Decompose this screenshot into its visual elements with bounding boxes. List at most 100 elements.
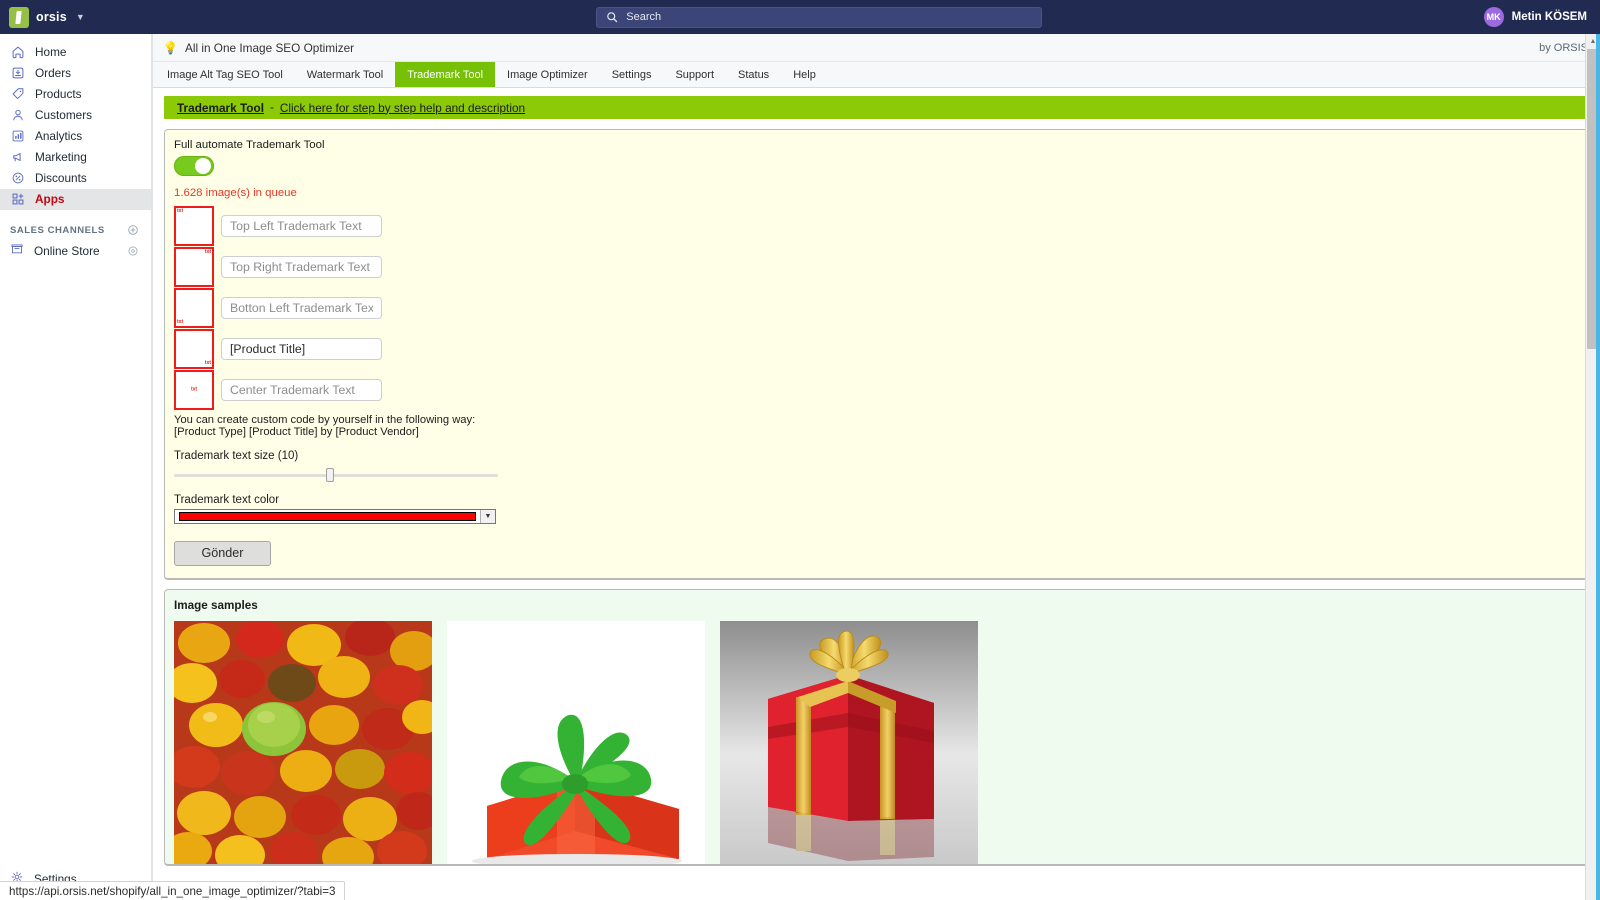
app-header: 💡 All in One Image SEO Optimizer by ORSI… xyxy=(153,34,1600,62)
app-tabs: Image Alt Tag SEO Tool Watermark Tool Tr… xyxy=(153,62,1600,88)
position-marker: txt xyxy=(190,386,198,393)
user-name: Metin KÖSEM xyxy=(1511,11,1587,23)
image-samples-title: Image samples xyxy=(174,598,258,612)
banner-help-link[interactable]: Click here for step by step help and des… xyxy=(280,101,525,115)
right-edge-accent xyxy=(1596,34,1600,900)
tab-help[interactable]: Help xyxy=(781,62,828,87)
tab-image-optimizer[interactable]: Image Optimizer xyxy=(495,62,600,87)
queue-status-text: 1.628 image(s) in queue xyxy=(174,187,297,199)
caret-down-icon[interactable]: ▼ xyxy=(480,509,495,523)
orders-icon xyxy=(10,66,25,81)
position-preview-bottom-left: txt xyxy=(174,288,214,328)
top-left-trademark-input[interactable] xyxy=(221,215,382,237)
image-samples-panel: Image samples xyxy=(164,588,1589,866)
center-trademark-input[interactable] xyxy=(221,379,382,401)
position-marker: txt xyxy=(177,208,184,214)
store-switcher[interactable]: orsis ▼ xyxy=(0,6,155,28)
user-menu[interactable]: MK Metin KÖSEM xyxy=(1483,7,1600,27)
image-samples-strip xyxy=(174,620,1587,864)
text-color-label: Trademark text color xyxy=(174,493,280,506)
sidebar-item-label: Home xyxy=(35,45,67,60)
banner-dash: - xyxy=(269,101,274,114)
sample-image-gift-green-bow xyxy=(447,620,705,864)
page-title: 💡 All in One Image SEO Optimizer xyxy=(163,41,354,55)
sidebar-item-customers[interactable]: Customers xyxy=(0,105,151,126)
status-bar: https://api.orsis.net/shopify/all_in_one… xyxy=(0,881,346,900)
full-automate-label: Full automate Trademark Tool xyxy=(174,139,325,151)
store-name: orsis xyxy=(36,10,67,24)
top-bar: orsis ▼ Search MK Metin KÖSEM xyxy=(0,0,1600,34)
position-preview-center: txt xyxy=(174,370,214,410)
app-content: Trademark Tool - Click here for step by … xyxy=(153,88,1600,866)
bottom-left-trademark-input[interactable] xyxy=(221,297,382,319)
sidebar-item-marketing[interactable]: Marketing xyxy=(0,147,151,168)
sidebar-item-label: Online Store xyxy=(34,243,100,258)
sidebar-item-products[interactable]: Products xyxy=(0,84,151,105)
megaphone-icon xyxy=(10,150,25,165)
avatar: MK xyxy=(1483,7,1504,27)
sidebar-item-analytics[interactable]: Analytics xyxy=(0,126,151,147)
tag-icon xyxy=(10,87,25,102)
sidebar: Home Orders Products Customers Analytics xyxy=(0,34,152,900)
sidebar-item-discounts[interactable]: Discounts xyxy=(0,168,151,189)
search-placeholder: Search xyxy=(626,11,662,23)
sidebar-item-apps[interactable]: Apps xyxy=(0,189,151,210)
custom-code-help-line2: [Product Type] [Product Title] by [Produ… xyxy=(174,426,419,439)
search-input[interactable]: Search xyxy=(596,6,1043,28)
tab-status[interactable]: Status xyxy=(726,62,781,87)
trademark-row-bottom-right: txt xyxy=(174,329,1587,369)
custom-code-help: You can create custom code by yourself i… xyxy=(174,414,1587,439)
tab-image-alt-tag-seo-tool[interactable]: Image Alt Tag SEO Tool xyxy=(155,62,295,87)
sample-image-gift-gold-ribbon xyxy=(720,620,978,864)
sales-channels-header: SALES CHANNELS xyxy=(0,210,151,240)
sidebar-item-home[interactable]: Home xyxy=(0,42,151,63)
sample-image-tomatoes xyxy=(174,620,432,864)
position-preview-top-right: txt xyxy=(174,247,214,287)
bottom-right-trademark-input[interactable] xyxy=(221,338,382,360)
status-bar-url: https://api.orsis.net/shopify/all_in_one… xyxy=(9,884,336,898)
shopify-logo-icon xyxy=(9,6,29,28)
sidebar-item-orders[interactable]: Orders xyxy=(0,63,151,84)
home-icon xyxy=(10,45,25,60)
lightbulb-icon: 💡 xyxy=(163,40,178,55)
discount-icon xyxy=(10,171,25,186)
chevron-down-icon[interactable]: ▼ xyxy=(76,12,85,22)
position-marker: txt xyxy=(204,360,211,366)
search-icon xyxy=(607,12,618,23)
position-marker: txt xyxy=(204,249,211,255)
sidebar-item-online-store[interactable]: Online Store xyxy=(0,240,151,261)
tab-trademark-tool[interactable]: Trademark Tool xyxy=(395,62,496,87)
tab-support[interactable]: Support xyxy=(663,62,726,87)
tab-watermark-tool[interactable]: Watermark Tool xyxy=(295,62,395,87)
app-title-text: All in One Image SEO Optimizer xyxy=(184,40,355,55)
sidebar-item-label: Products xyxy=(35,87,82,102)
position-preview-top-left: txt xyxy=(174,206,214,246)
tab-settings[interactable]: Settings xyxy=(600,62,664,87)
sidebar-item-label: Customers xyxy=(35,108,93,123)
submit-button[interactable]: Gönder xyxy=(174,540,271,566)
app-frame: 💡 All in One Image SEO Optimizer by ORSI… xyxy=(152,34,1600,900)
sidebar-item-label: Apps xyxy=(35,192,65,207)
top-right-trademark-input[interactable] xyxy=(221,256,382,278)
full-automate-toggle[interactable] xyxy=(174,156,214,176)
banner-title: Trademark Tool xyxy=(177,100,264,115)
position-marker: txt xyxy=(177,319,184,325)
position-preview-bottom-right: txt xyxy=(174,329,214,369)
sidebar-item-label: Orders xyxy=(35,66,72,81)
sidebar-item-label: Analytics xyxy=(35,129,83,144)
sidebar-item-label: Discounts xyxy=(35,171,87,186)
custom-code-help-line1: You can create custom code by yourself i… xyxy=(174,414,476,426)
slider-thumb[interactable] xyxy=(326,467,335,482)
trademark-row-top-right: txt xyxy=(174,247,1587,287)
toggle-knob xyxy=(195,158,211,174)
text-size-slider[interactable] xyxy=(174,467,498,482)
app-scroll-area: Trademark Tool - Click here for step by … xyxy=(153,88,1600,900)
sidebar-nav: Home Orders Products Customers Analytics xyxy=(0,34,151,210)
slider-track xyxy=(174,473,498,477)
text-color-select[interactable]: ▼ xyxy=(174,508,496,524)
trademark-field-rows: txt txt txt xyxy=(174,206,1587,410)
plus-circle-icon[interactable] xyxy=(127,224,139,236)
app-credit: by ORSIS xyxy=(1539,41,1588,54)
storefront-icon xyxy=(10,242,24,259)
eye-icon[interactable] xyxy=(127,245,139,257)
